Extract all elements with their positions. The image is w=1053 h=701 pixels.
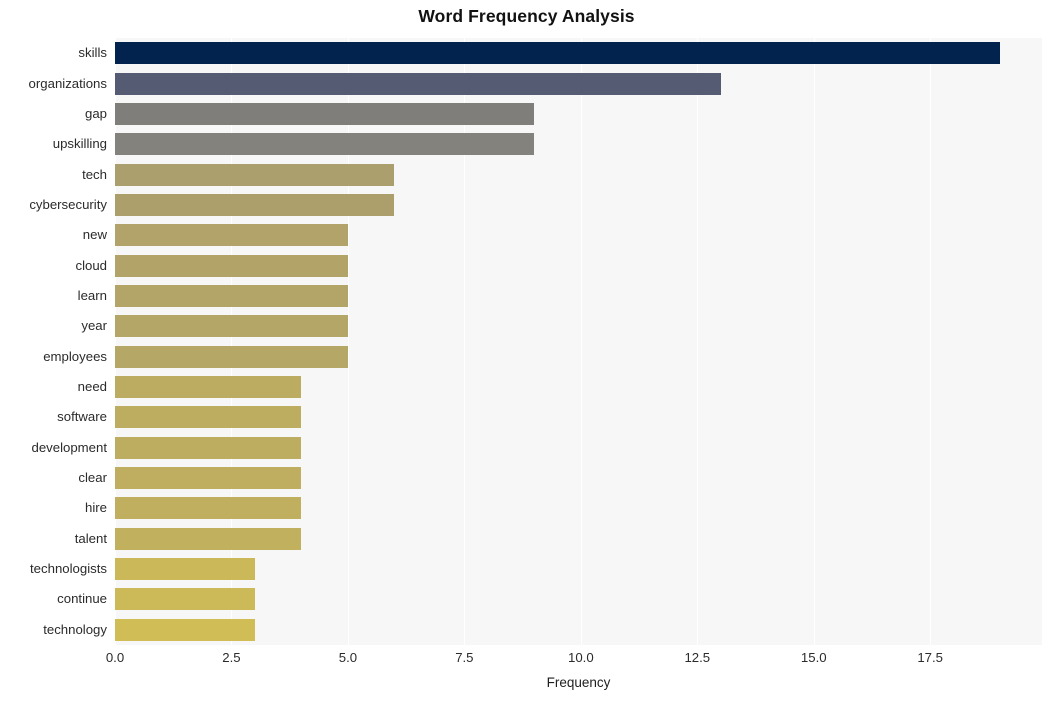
bar-fill: [115, 467, 302, 490]
x-axis-tick-label: 5.0: [338, 650, 358, 665]
bar-fill: [115, 163, 395, 186]
bar: [115, 497, 302, 520]
chart-title: Word Frequency Analysis: [418, 6, 635, 26]
y-axis-tick-label: software: [57, 409, 107, 425]
y-axis-tick-label: learn: [77, 287, 107, 303]
gridline-4: [580, 38, 582, 645]
bar: [115, 284, 348, 307]
y-axis-tick-label: technology: [43, 621, 107, 637]
bar: [115, 558, 255, 581]
bar: [115, 345, 348, 368]
bar-fill: [115, 224, 348, 247]
y-axis-tick-label: year: [81, 318, 107, 334]
y-axis-tick-label: continue: [57, 591, 107, 607]
bar: [115, 376, 302, 399]
bar-fill: [115, 406, 302, 429]
gridline-3: [464, 38, 466, 645]
x-axis-tick-label: 10.0: [567, 650, 594, 665]
y-axis-tick-labels: skills organizations gap upskilling tech cybe…: [0, 38, 107, 645]
bar: [115, 315, 348, 338]
y-axis-tick-label: gap: [84, 105, 107, 121]
gridline-0: [115, 38, 116, 645]
bar: [115, 224, 348, 247]
y-axis-tick-label: tech: [82, 166, 107, 182]
bar: [115, 254, 348, 277]
y-axis-tick-label: development: [31, 439, 107, 455]
y-axis-tick-label: technologists: [30, 561, 107, 577]
y-axis-tick-label: need: [77, 379, 107, 395]
bar-fill: [115, 376, 302, 399]
chart-figure: Word Frequency Analysis skills organizati…: [0, 0, 1053, 701]
gridline-1: [231, 38, 233, 645]
bar-fill: [115, 133, 535, 156]
bar-fill: [115, 497, 302, 520]
y-axis-tick-label: clear: [78, 470, 107, 486]
bar-fill: [115, 193, 395, 216]
bar: [115, 193, 395, 216]
x-axis-tick-label: 0.0: [105, 650, 125, 665]
y-axis-tick-label: new: [82, 227, 107, 243]
bar-fill: [115, 315, 348, 338]
bar-fill: [115, 284, 348, 307]
gridline-2: [347, 38, 349, 645]
bar: [115, 527, 302, 550]
bar-fill: [115, 436, 302, 459]
bar-fill: [115, 558, 255, 581]
bar-fill: [115, 102, 535, 125]
bar: [115, 436, 302, 459]
bar-fill: [115, 345, 348, 368]
bar: [115, 406, 302, 429]
bar: [115, 618, 255, 641]
bar: [115, 72, 721, 95]
y-axis-tick-label: cloud: [75, 257, 107, 273]
bar: [115, 102, 535, 125]
bar: [115, 163, 395, 186]
bar-fill: [115, 588, 255, 611]
y-axis-tick-label: hire: [85, 500, 107, 516]
bar-fill: [115, 618, 255, 641]
x-axis-tick-label: 12.5: [684, 650, 711, 665]
bar-fill: [115, 42, 1001, 65]
y-axis-tick-label: cybersecurity: [29, 196, 107, 212]
y-axis-tick-label: employees: [43, 348, 107, 364]
x-axis-tick-label: 2.5: [222, 650, 241, 665]
bar: [115, 42, 1001, 65]
x-axis-tick-label: 7.5: [455, 650, 474, 665]
x-axis-title: Frequency: [546, 675, 611, 690]
y-axis-tick-label: organizations: [28, 75, 107, 91]
plot-area: [115, 38, 1042, 645]
y-axis-tick-label: talent: [74, 530, 107, 546]
x-axis-tick-label: 17.5: [917, 650, 944, 665]
y-axis-tick-label: skills: [78, 45, 107, 61]
bar-fill: [115, 254, 348, 277]
x-axis-tick-label: 15.0: [800, 650, 827, 665]
bar-fill: [115, 72, 721, 95]
bar: [115, 133, 535, 156]
bar: [115, 588, 255, 611]
gridline-6: [813, 38, 815, 645]
x-axis-tick-labels: 0.0 2.5 5.0 7.5 10.0 12.5 15.0 17.5: [106, 650, 1042, 670]
bar: [115, 467, 302, 490]
gridline-5: [697, 38, 699, 645]
bar-fill: [115, 527, 302, 550]
y-axis-tick-label: upskilling: [52, 136, 107, 152]
gridline-7: [930, 38, 932, 645]
